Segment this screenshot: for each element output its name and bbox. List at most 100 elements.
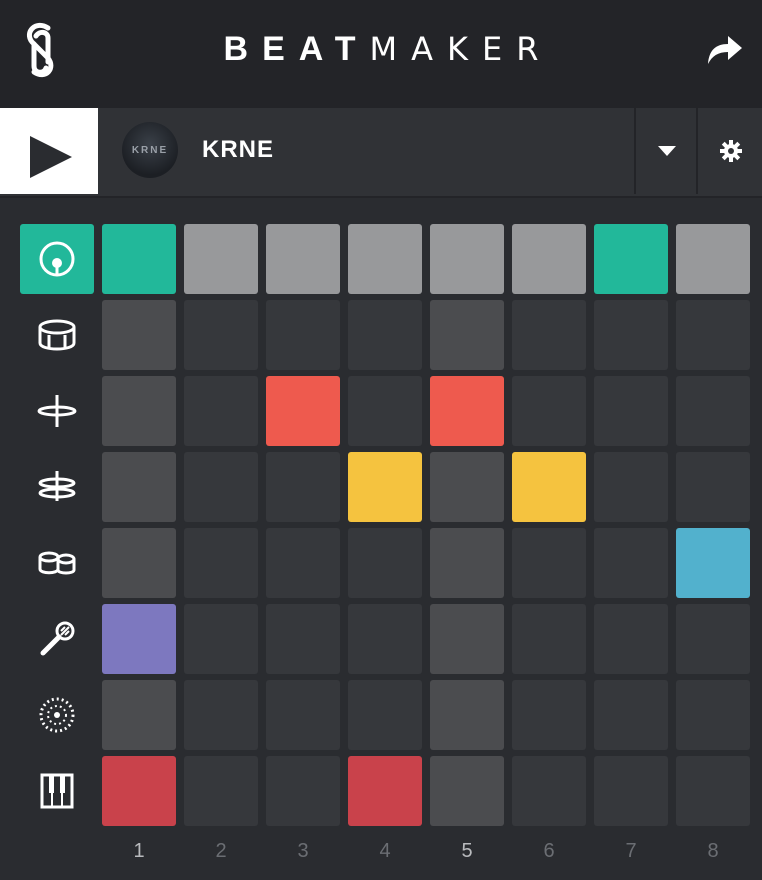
grid-cell-r6-c6[interactable] xyxy=(512,604,586,674)
kit-name: KRNE xyxy=(202,136,275,163)
grid-cell-r7-c7[interactable] xyxy=(594,680,668,750)
grid-cell-r3-c1[interactable] xyxy=(102,376,176,446)
grid-cell-r2-c7[interactable] xyxy=(594,300,668,370)
grid-cell-r2-c6[interactable] xyxy=(512,300,586,370)
grid-cell-r1-c8[interactable] xyxy=(676,224,750,294)
grid-cell-r7-c4[interactable] xyxy=(348,680,422,750)
grid-cell-r8-c7[interactable] xyxy=(594,756,668,826)
play-icon xyxy=(30,136,72,178)
app-header: BEATMAKER xyxy=(0,0,762,108)
grid-cell-r3-c2[interactable] xyxy=(184,376,258,446)
grid-cell-r7-c5[interactable] xyxy=(430,680,504,750)
grid-cell-r8-c5[interactable] xyxy=(430,756,504,826)
grid-cell-r4-c3[interactable] xyxy=(266,452,340,522)
grid-cell-r4-c2[interactable] xyxy=(184,452,258,522)
grid-cell-r8-c6[interactable] xyxy=(512,756,586,826)
instrument-snare[interactable] xyxy=(20,300,94,370)
grid-cell-r8-c8[interactable] xyxy=(676,756,750,826)
grid-cell-r1-c7[interactable] xyxy=(594,224,668,294)
instrument-keys[interactable] xyxy=(20,756,94,826)
grid-cell-r3-c8[interactable] xyxy=(676,376,750,446)
grid-cell-r7-c2[interactable] xyxy=(184,680,258,750)
bongos-icon xyxy=(38,551,76,575)
grid-cell-r1-c5[interactable] xyxy=(430,224,504,294)
step-number-2: 2 xyxy=(215,840,227,862)
piano-keys-icon xyxy=(40,773,74,809)
grid-cell-r7-c1[interactable] xyxy=(102,680,176,750)
grid-cell-r3-c7[interactable] xyxy=(594,376,668,446)
instrument-hihat[interactable] xyxy=(20,376,94,446)
caret-down-icon xyxy=(658,146,676,156)
grid-cell-r2-c8[interactable] xyxy=(676,300,750,370)
grid-cell-r6-c3[interactable] xyxy=(266,604,340,674)
app-title-light: MAKER xyxy=(369,30,553,68)
grid-cell-r5-c4[interactable] xyxy=(348,528,422,598)
grid-cell-r8-c4[interactable] xyxy=(348,756,422,826)
gear-icon xyxy=(720,140,742,162)
grid-cell-r6-c7[interactable] xyxy=(594,604,668,674)
step-number-4: 4 xyxy=(379,840,391,862)
step-number-5: 5 xyxy=(461,840,473,862)
grid-cell-r2-c2[interactable] xyxy=(184,300,258,370)
app-title-bold: BEAT xyxy=(223,30,370,68)
grid-cell-r1-c6[interactable] xyxy=(512,224,586,294)
grid-cell-r5-c5[interactable] xyxy=(430,528,504,598)
grid-cell-r4-c7[interactable] xyxy=(594,452,668,522)
grid-cell-r8-c1[interactable] xyxy=(102,756,176,826)
grid-cell-r5-c3[interactable] xyxy=(266,528,340,598)
grid-cell-r2-c3[interactable] xyxy=(266,300,340,370)
grid-cell-r6-c1[interactable] xyxy=(102,604,176,674)
settings-button[interactable] xyxy=(696,108,762,194)
instrument-vocal[interactable] xyxy=(20,604,94,674)
grid-cell-r8-c3[interactable] xyxy=(266,756,340,826)
grid-cell-r3-c4[interactable] xyxy=(348,376,422,446)
grid-cell-r3-c5[interactable] xyxy=(430,376,504,446)
grid-cell-r2-c4[interactable] xyxy=(348,300,422,370)
grid-cell-r2-c5[interactable] xyxy=(430,300,504,370)
grid-cell-r6-c2[interactable] xyxy=(184,604,258,674)
grid-cell-r4-c5[interactable] xyxy=(430,452,504,522)
step-number-7: 7 xyxy=(625,840,637,862)
step-number-1: 1 xyxy=(133,840,145,862)
grid-cell-r4-c1[interactable] xyxy=(102,452,176,522)
grid-cell-r1-c2[interactable] xyxy=(184,224,258,294)
kit-dropdown-button[interactable] xyxy=(634,108,698,194)
grid-cell-r8-c2[interactable] xyxy=(184,756,258,826)
cymbal-icon xyxy=(38,471,76,501)
grid-cell-r6-c5[interactable] xyxy=(430,604,504,674)
instrument-cymbal[interactable] xyxy=(20,452,94,522)
tambourine-icon xyxy=(39,697,75,733)
grid-cell-r5-c8[interactable] xyxy=(676,528,750,598)
grid-cell-r5-c1[interactable] xyxy=(102,528,176,598)
snare-drum-icon xyxy=(38,319,76,351)
grid-cell-r5-c7[interactable] xyxy=(594,528,668,598)
grid-cell-r5-c2[interactable] xyxy=(184,528,258,598)
grid-cell-r1-c4[interactable] xyxy=(348,224,422,294)
grid-cell-r1-c3[interactable] xyxy=(266,224,340,294)
step-number-8: 8 xyxy=(707,840,719,862)
grid-cell-r3-c6[interactable] xyxy=(512,376,586,446)
microphone-icon xyxy=(40,621,75,656)
kick-drum-icon xyxy=(39,241,75,277)
kit-avatar: KRNE xyxy=(122,122,178,178)
grid-cell-r7-c3[interactable] xyxy=(266,680,340,750)
app-title: BEATMAKER xyxy=(0,30,762,69)
grid-cell-r3-c3[interactable] xyxy=(266,376,340,446)
hi-hat-icon xyxy=(37,395,77,427)
grid-cell-r6-c4[interactable] xyxy=(348,604,422,674)
grid-cell-r6-c8[interactable] xyxy=(676,604,750,674)
instrument-bongos[interactable] xyxy=(20,528,94,598)
kit-bar: KRNE KRNE xyxy=(0,108,762,198)
instrument-tambourine[interactable] xyxy=(20,680,94,750)
share-arrow-icon[interactable] xyxy=(706,34,744,66)
grid-cell-r7-c8[interactable] xyxy=(676,680,750,750)
instrument-kick[interactable] xyxy=(20,224,94,294)
grid-cell-r4-c4[interactable] xyxy=(348,452,422,522)
grid-cell-r5-c6[interactable] xyxy=(512,528,586,598)
grid-cell-r7-c6[interactable] xyxy=(512,680,586,750)
grid-cell-r4-c8[interactable] xyxy=(676,452,750,522)
grid-cell-r2-c1[interactable] xyxy=(102,300,176,370)
grid-cell-r1-c1[interactable] xyxy=(102,224,176,294)
play-button[interactable] xyxy=(0,108,98,194)
grid-cell-r4-c6[interactable] xyxy=(512,452,586,522)
